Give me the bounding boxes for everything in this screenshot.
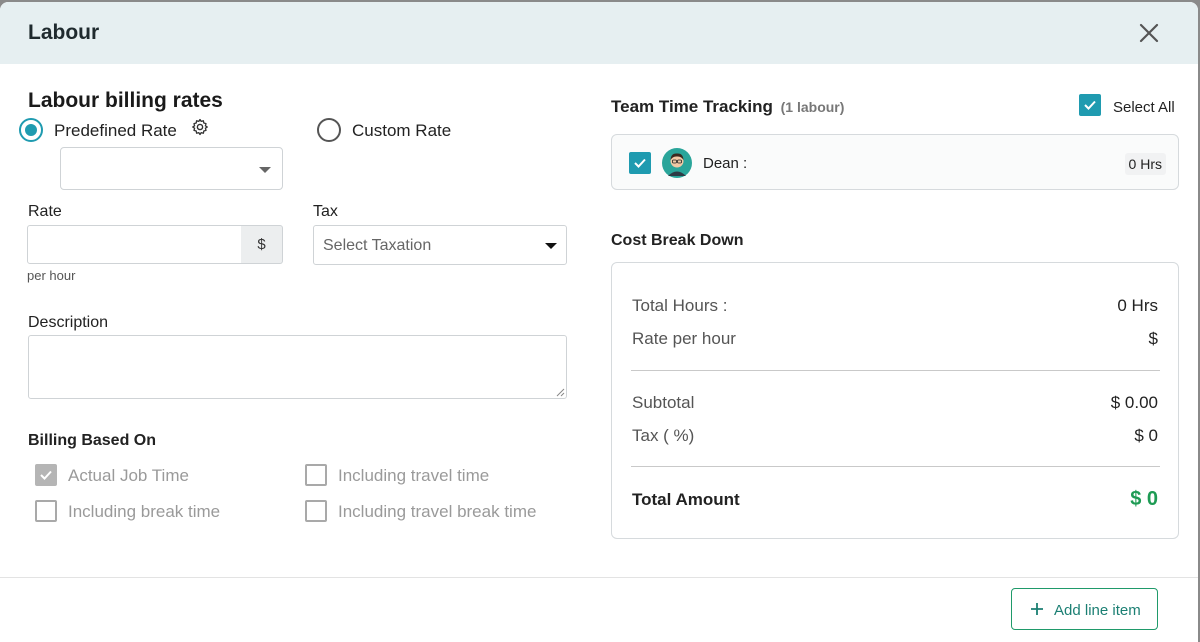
team-member-hours: 0 Hrs — [1124, 153, 1166, 175]
team-count: (1 labour) — [780, 99, 845, 115]
predefined-rate-select[interactable] — [60, 147, 283, 190]
chevron-down-icon — [259, 167, 271, 173]
total-amount-label: Total Amount — [632, 490, 740, 509]
total-amount-value: $ 0 — [1130, 488, 1158, 510]
including-break-time-label: Including break time — [68, 502, 221, 521]
tax-label: Tax — [313, 203, 338, 220]
including-travel-break-time-checkbox[interactable] — [305, 500, 327, 522]
team-member-name: Dean : — [703, 155, 748, 172]
gear-icon — [192, 118, 208, 136]
currency-addon: $ — [241, 225, 283, 264]
cost-breakdown-card: Total Hours : 0 Hrs Rate per hour $ Subt… — [611, 262, 1179, 539]
rate-per-hour-label: Rate per hour — [632, 329, 736, 348]
resize-handle-icon — [556, 388, 565, 397]
billing-based-on-heading: Billing Based On — [28, 432, 157, 449]
rate-label: Rate — [28, 203, 62, 220]
subtotal-label: Subtotal — [632, 393, 695, 412]
actual-job-time-label: Actual Job Time — [68, 466, 189, 485]
total-hours-value: 0 Hrs — [1117, 296, 1158, 315]
tax-breakdown-label: Tax ( %) — [632, 426, 695, 445]
description-label: Description — [28, 314, 109, 331]
team-heading-text: Team Time Tracking — [611, 97, 773, 116]
predefined-rate-radio[interactable] — [19, 118, 43, 142]
cost-breakdown-heading: Cost Break Down — [611, 232, 744, 249]
labour-modal: Labour Labour billing rates Predefined R… — [0, 2, 1198, 642]
chevron-down-icon — [545, 243, 557, 249]
rate-input[interactable] — [27, 225, 242, 264]
avatar — [662, 148, 692, 178]
team-member-row: Dean : 0 Hrs — [611, 134, 1179, 190]
divider — [631, 370, 1160, 371]
actual-job-time-checkbox[interactable] — [35, 464, 57, 486]
per-hour-hint: per hour — [27, 268, 76, 283]
description-textarea[interactable] — [28, 335, 567, 399]
including-travel-time-label: Including travel time — [338, 466, 490, 485]
select-all-checkbox[interactable] — [1079, 94, 1101, 116]
rate-settings-button[interactable] — [191, 118, 209, 136]
including-travel-time-checkbox[interactable] — [305, 464, 327, 486]
modal-title: Labour — [28, 21, 100, 44]
custom-rate-radio[interactable] — [317, 118, 341, 142]
close-button[interactable] — [1136, 20, 1162, 46]
team-member-checkbox[interactable] — [629, 152, 651, 174]
custom-rate-label: Custom Rate — [352, 121, 452, 140]
tax-select-placeholder: Select Taxation — [323, 237, 432, 254]
modal-header: Labour — [0, 2, 1198, 64]
user-avatar-icon — [662, 148, 692, 178]
including-break-time-checkbox[interactable] — [35, 500, 57, 522]
add-line-item-label: Add line item — [1054, 602, 1141, 619]
tax-breakdown-value: $ 0 — [1134, 426, 1158, 445]
footer-divider — [0, 577, 1198, 578]
check-icon — [40, 470, 52, 480]
add-line-item-button[interactable]: Add line item — [1011, 588, 1158, 630]
check-icon — [1084, 100, 1096, 110]
including-travel-break-time-label: Including travel break time — [338, 502, 537, 521]
plus-icon — [1031, 603, 1043, 615]
rate-per-hour-value: $ — [1148, 329, 1158, 348]
divider — [631, 466, 1160, 467]
total-hours-label: Total Hours : — [632, 296, 728, 315]
predefined-rate-label: Predefined Rate — [54, 121, 177, 140]
close-icon — [1139, 23, 1159, 43]
team-time-tracking-heading: Team Time Tracking (1 labour) — [611, 97, 844, 117]
select-all-label: Select All — [1113, 99, 1175, 116]
billing-rates-heading: Labour billing rates — [28, 89, 223, 112]
subtotal-value: $ 0.00 — [1110, 393, 1158, 412]
tax-select[interactable]: Select Taxation — [313, 225, 567, 265]
check-icon — [634, 158, 646, 168]
